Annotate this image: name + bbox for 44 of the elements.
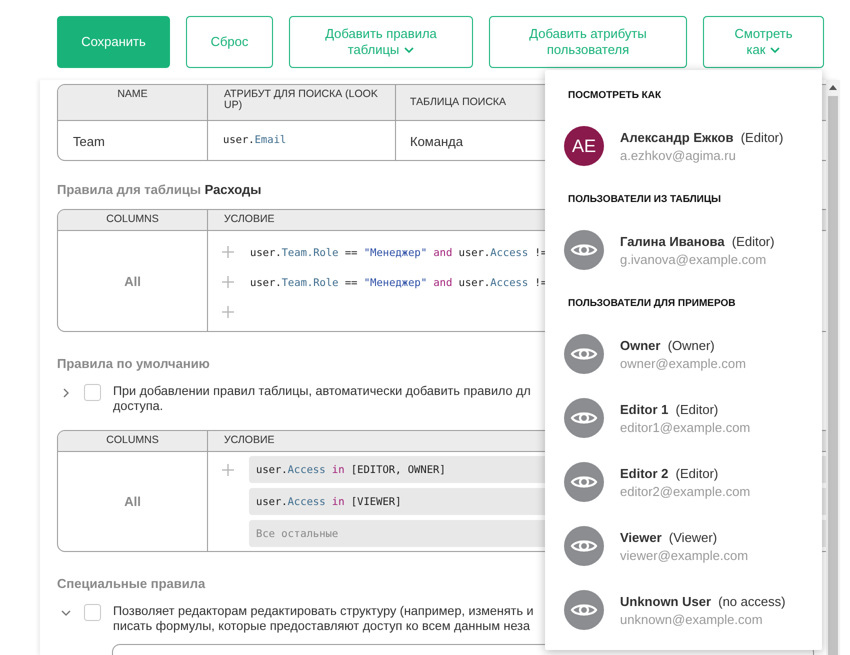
table-cell-text: Команда bbox=[409, 133, 464, 151]
table-cell: All bbox=[124, 494, 141, 509]
code-text: user.Email bbox=[223, 134, 286, 146]
plus-icon[interactable] bbox=[222, 246, 234, 258]
user-menu-item[interactable]: Галина Иванова (Editor) g.ivanova@example.com bbox=[564, 230, 822, 270]
plus-icon[interactable] bbox=[222, 464, 234, 476]
checkbox[interactable] bbox=[84, 604, 101, 621]
eye-icon bbox=[564, 398, 604, 438]
plus-icon[interactable] bbox=[222, 306, 234, 318]
user-menu-item[interactable]: AE Александр Ежков (Editor) a.ezhkov@agima.ru bbox=[564, 126, 822, 166]
eye-icon bbox=[564, 334, 604, 374]
eye-icon bbox=[564, 230, 604, 270]
column-header: УСЛОВИЕ bbox=[223, 212, 276, 227]
section-heading: Правила по умолчанию bbox=[57, 356, 210, 371]
chevron-down-icon[interactable] bbox=[61, 608, 71, 618]
option-text: Позволяет редакторам редактировать структуру (например, изменять и писать формулы, которые предоставляют доступ ко всем данным неза bbox=[113, 604, 534, 634]
avatar: AE bbox=[564, 126, 604, 166]
chevron-right-icon[interactable] bbox=[61, 388, 71, 398]
option-text: При добавлении правил таблицы, автоматически добавить правило дл доступа. bbox=[113, 384, 531, 414]
scrollbar[interactable] bbox=[826, 80, 840, 655]
section-heading: Специальные правила bbox=[57, 576, 206, 591]
menu-section-title: ПОЛЬЗОВАТЕЛИ ИЗ ТАБЛИЦЫ bbox=[568, 194, 722, 206]
table-cell: All bbox=[124, 274, 141, 288]
menu-section-title: ПОЛЬЗОВАТЕЛИ ДЛЯ ПРИМЕРОВ bbox=[568, 298, 736, 310]
column-header: NAME bbox=[58, 85, 208, 120]
scroll-up-icon[interactable] bbox=[829, 85, 837, 90]
user-menu-item[interactable]: Owner (Owner) owner@example.com bbox=[564, 334, 822, 374]
column-header: АТРИБУТ ДЛЯ ПОИСКА (LOOK UP) bbox=[208, 85, 396, 120]
column-header: ТАБЛИЦА ПОИСКА bbox=[409, 95, 508, 110]
user-menu-item[interactable]: Unknown User (no access) unknown@example.com bbox=[564, 590, 822, 630]
user-menu-item[interactable]: Editor 1 (Editor) editor1@example.com bbox=[564, 398, 822, 438]
plus-icon[interactable] bbox=[222, 276, 234, 288]
chevron-down-icon bbox=[404, 47, 414, 54]
section-heading: Правила для таблицы Расходы bbox=[57, 182, 262, 197]
eye-icon bbox=[564, 590, 604, 630]
column-header: УСЛОВИЕ bbox=[223, 433, 276, 448]
chevron-down-icon bbox=[770, 47, 780, 54]
menu-section-title: ПОСМОТРЕТЬ КАК bbox=[568, 90, 662, 102]
checkbox[interactable] bbox=[84, 384, 101, 401]
eye-icon bbox=[564, 462, 604, 502]
column-header: COLUMNS bbox=[58, 210, 208, 230]
table-cell: Team bbox=[58, 121, 208, 160]
column-header: COLUMNS bbox=[58, 431, 208, 451]
eye-icon bbox=[564, 526, 604, 566]
